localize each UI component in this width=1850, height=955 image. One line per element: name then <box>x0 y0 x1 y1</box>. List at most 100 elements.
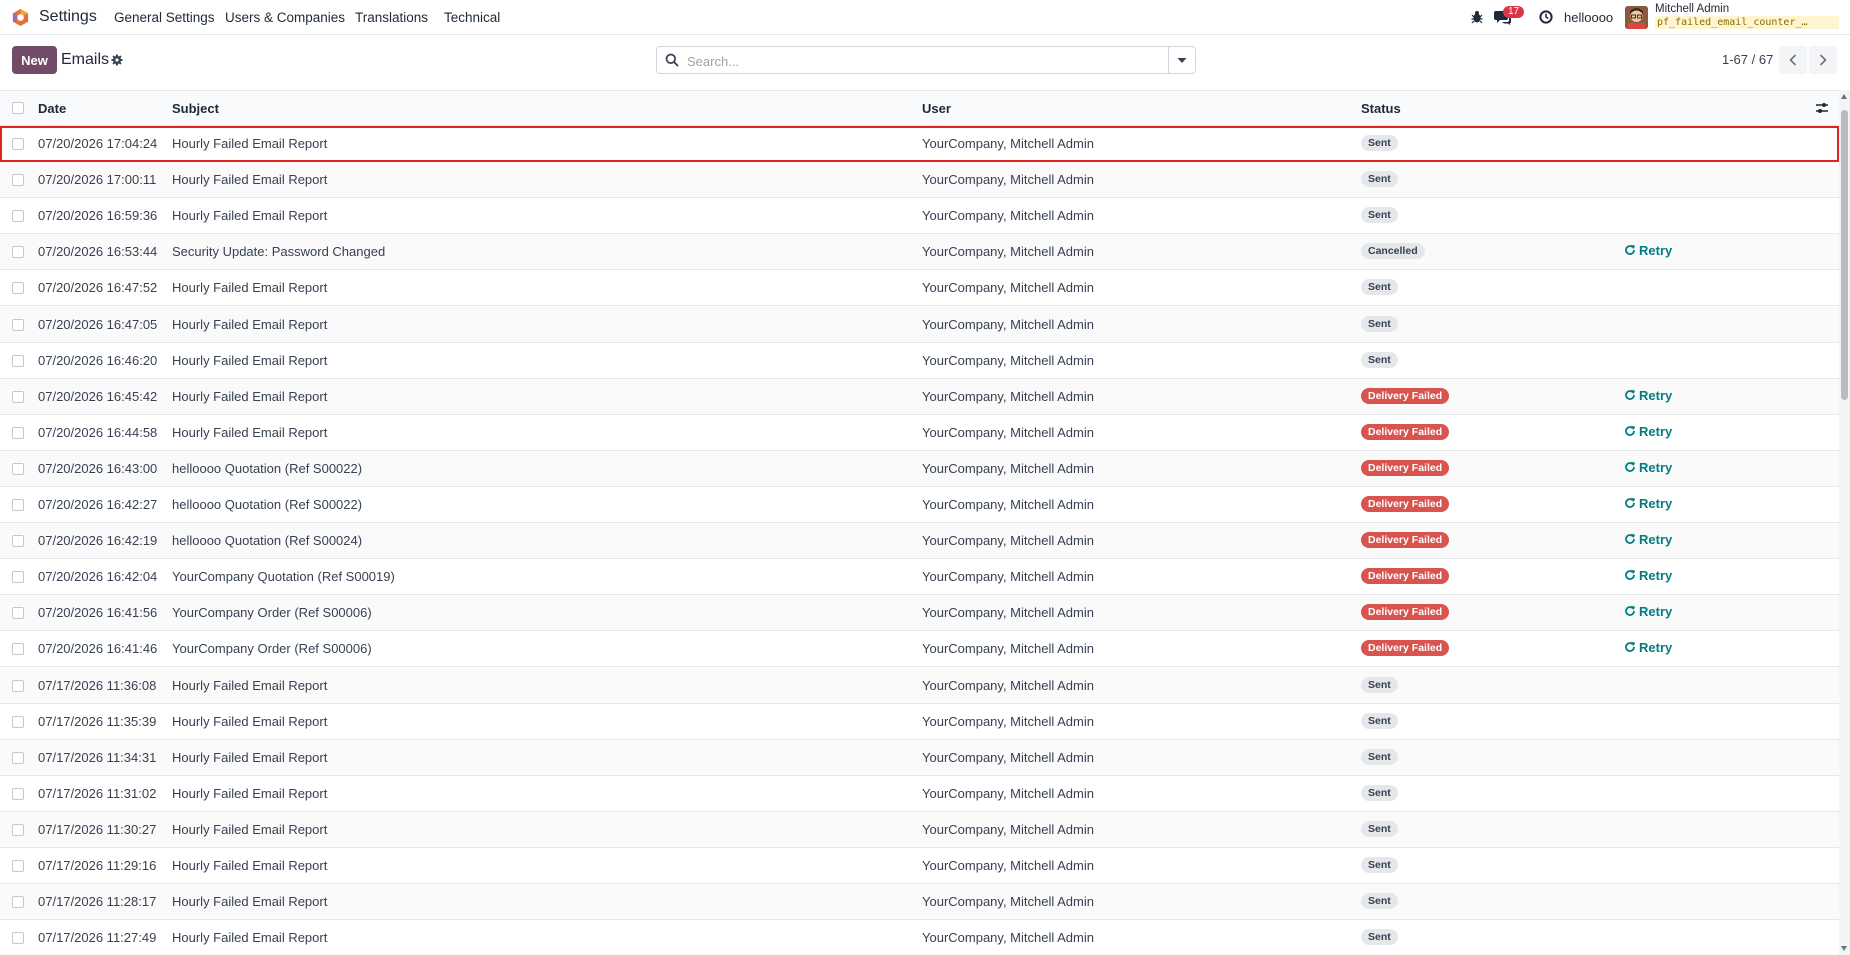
table-row[interactable]: 07/17/2026 11:30:27 Hourly Failed Email R… <box>0 811 1839 848</box>
pager-value[interactable]: 1-67 / 67 <box>1722 52 1773 67</box>
status-badge: Sent <box>1361 207 1398 224</box>
row-checkbox[interactable] <box>12 138 24 150</box>
row-checkbox[interactable] <box>12 607 24 620</box>
row-checkbox[interactable] <box>12 246 24 259</box>
row-checkbox[interactable] <box>12 715 24 728</box>
table-row[interactable]: 07/20/2026 17:00:11 Hourly Failed Email R… <box>0 162 1839 199</box>
table-row[interactable]: 07/20/2026 16:42:04 YourCompany Quotation… <box>0 559 1839 596</box>
menu-translations[interactable]: Translations <box>355 10 428 25</box>
retry-button[interactable]: Retry <box>1624 388 1672 403</box>
table-row[interactable]: 07/20/2026 16:45:42 Hourly Failed Email R… <box>0 378 1839 415</box>
table-row[interactable]: 07/20/2026 16:46:20 Hourly Failed Email R… <box>0 343 1839 379</box>
row-checkbox[interactable] <box>12 318 24 331</box>
column-header-subject[interactable]: Subject <box>172 101 219 116</box>
odoo-app-icon[interactable] <box>11 8 30 27</box>
row-checkbox[interactable] <box>12 282 24 295</box>
scroll-down-arrow-icon[interactable] <box>1841 946 1847 951</box>
search-options-toggle[interactable] <box>1168 47 1195 73</box>
table-row[interactable]: 07/20/2026 16:47:52 Hourly Failed Email R… <box>0 270 1839 307</box>
row-checkbox[interactable] <box>12 462 24 475</box>
status-badge: Sent <box>1361 171 1398 188</box>
cell-user: YourCompany, Mitchell Admin <box>922 172 1094 188</box>
table-row[interactable]: 07/17/2026 11:27:49 Hourly Failed Email R… <box>0 920 1839 955</box>
table-row[interactable]: 07/17/2026 11:29:16 Hourly Failed Email R… <box>0 848 1839 884</box>
table-row[interactable]: 07/17/2026 11:35:39 Hourly Failed Email R… <box>0 704 1839 740</box>
table-row[interactable]: 07/20/2026 16:43:00 helloooo Quotation (R… <box>0 450 1839 487</box>
bug-icon[interactable] <box>1471 10 1483 24</box>
table-row[interactable]: 07/20/2026 16:59:36 Hourly Failed Email R… <box>0 198 1839 235</box>
row-checkbox[interactable] <box>12 823 24 836</box>
status-badge: Cancelled <box>1361 243 1425 260</box>
user-name[interactable]: Mitchell Admin <box>1655 3 1729 15</box>
menu-general-settings[interactable]: General Settings <box>114 10 215 25</box>
status-badge: Sent <box>1361 712 1398 729</box>
company-switcher[interactable]: helloooo <box>1564 10 1613 25</box>
row-checkbox[interactable] <box>12 932 24 945</box>
row-checkbox[interactable] <box>12 787 24 800</box>
retry-button[interactable]: Retry <box>1624 640 1672 655</box>
scroll-up-arrow-icon[interactable] <box>1841 94 1847 99</box>
table-row[interactable]: 07/17/2026 11:36:08 Hourly Failed Email R… <box>0 667 1839 704</box>
select-all-checkbox[interactable] <box>12 102 24 114</box>
row-checkbox[interactable] <box>12 174 24 187</box>
table-row[interactable]: 07/17/2026 11:28:17 Hourly Failed Email R… <box>0 884 1839 921</box>
row-checkbox[interactable] <box>12 499 24 511</box>
row-checkbox[interactable] <box>12 679 24 692</box>
column-header-user[interactable]: User <box>922 101 951 116</box>
row-checkbox[interactable] <box>12 426 24 439</box>
pager-previous-button[interactable] <box>1779 46 1807 74</box>
status-badge: Sent <box>1361 279 1398 296</box>
table-row[interactable]: 07/20/2026 16:42:27 helloooo Quotation (R… <box>0 487 1839 523</box>
row-checkbox[interactable] <box>12 751 24 764</box>
column-header-status[interactable]: Status <box>1361 101 1401 116</box>
row-checkbox[interactable] <box>12 210 24 223</box>
table-row[interactable]: 07/20/2026 16:53:44 Security Update: Pass… <box>0 234 1839 271</box>
cell-user: YourCompany, Mitchell Admin <box>922 713 1094 729</box>
table-row[interactable]: 07/20/2026 16:44:58 Hourly Failed Email R… <box>0 415 1839 451</box>
retry-button[interactable]: Retry <box>1624 243 1672 258</box>
cell-user: YourCompany, Mitchell Admin <box>922 460 1094 476</box>
table-row[interactable]: 07/20/2026 16:47:05 Hourly Failed Email R… <box>0 306 1839 343</box>
table-row[interactable]: 07/17/2026 11:34:31 Hourly Failed Email R… <box>0 739 1839 776</box>
cell-user: YourCompany, Mitchell Admin <box>922 894 1094 910</box>
retry-button[interactable]: Retry <box>1624 496 1672 511</box>
gear-icon[interactable] <box>111 54 123 66</box>
cell-user: YourCompany, Mitchell Admin <box>922 605 1094 621</box>
menu-users-companies[interactable]: Users & Companies <box>225 10 345 25</box>
row-checkbox[interactable] <box>12 571 24 584</box>
row-checkbox[interactable] <box>12 643 24 656</box>
messages-count-badge: 17 <box>1503 6 1525 18</box>
cell-user: YourCompany, Mitchell Admin <box>922 352 1094 368</box>
table-row[interactable]: 07/20/2026 16:41:56 YourCompany Order (Re… <box>0 595 1839 632</box>
scrollbar-thumb[interactable] <box>1841 110 1848 400</box>
cell-subject: Hourly Failed Email Report <box>172 208 328 224</box>
new-button[interactable]: New <box>12 46 57 74</box>
search-input[interactable] <box>685 48 1159 74</box>
app-title[interactable]: Settings <box>39 8 97 26</box>
retry-button[interactable]: Retry <box>1624 604 1672 619</box>
row-checkbox[interactable] <box>12 390 24 403</box>
menu-technical[interactable]: Technical <box>444 10 500 25</box>
retry-button[interactable]: Retry <box>1624 568 1672 583</box>
retry-button[interactable]: Retry <box>1624 460 1672 475</box>
retry-button[interactable]: Retry <box>1624 532 1672 547</box>
table-row[interactable]: 07/20/2026 16:42:19 helloooo Quotation (R… <box>0 523 1839 560</box>
user-avatar[interactable] <box>1625 6 1648 29</box>
cell-user: YourCompany, Mitchell Admin <box>922 749 1094 765</box>
row-checkbox[interactable] <box>12 354 24 367</box>
table-row[interactable]: 07/20/2026 17:04:24 Hourly Failed Email R… <box>0 126 1839 162</box>
table-row[interactable]: 07/17/2026 11:31:02 Hourly Failed Email R… <box>0 776 1839 812</box>
table-row[interactable]: 07/20/2026 16:41:46 YourCompany Order (Re… <box>0 631 1839 668</box>
row-checkbox[interactable] <box>12 860 24 872</box>
retry-label: Retry <box>1639 568 1673 584</box>
row-checkbox[interactable] <box>12 896 24 909</box>
activity-clock-icon[interactable] <box>1539 10 1553 24</box>
pager-next-button[interactable] <box>1809 46 1837 74</box>
vertical-scrollbar[interactable] <box>1839 90 1850 955</box>
retry-button[interactable]: Retry <box>1624 424 1672 439</box>
column-header-date[interactable]: Date <box>38 101 66 116</box>
cell-date: 07/17/2026 11:36:08 <box>38 677 157 693</box>
row-checkbox[interactable] <box>12 535 24 548</box>
optional-columns-icon[interactable] <box>1815 101 1829 115</box>
cell-date: 07/20/2026 16:46:20 <box>38 352 158 368</box>
